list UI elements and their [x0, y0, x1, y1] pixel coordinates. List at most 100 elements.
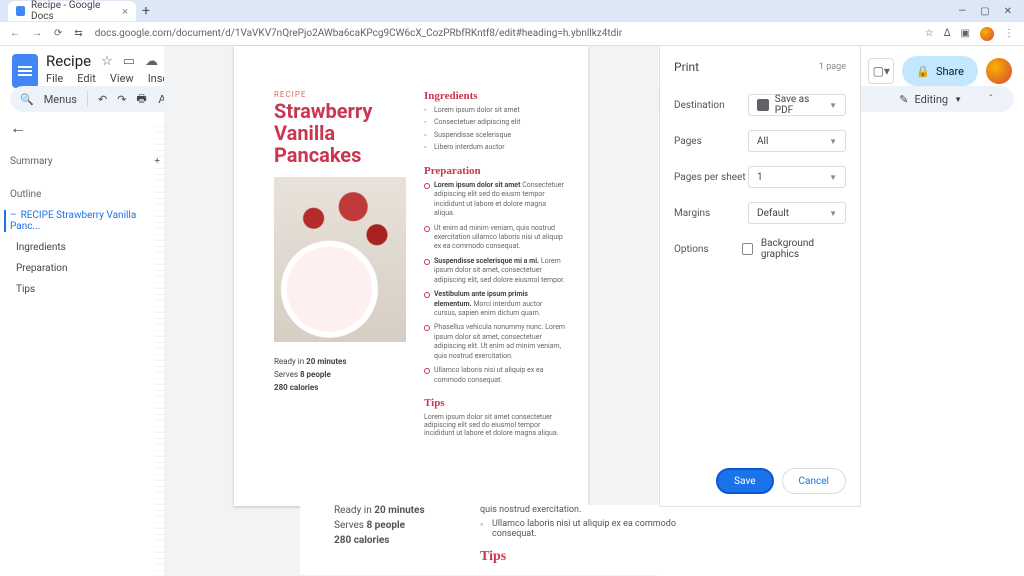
recipe-photo — [274, 177, 406, 342]
url-field[interactable]: docs.google.com/document/d/1VaVKV7nQrePj… — [95, 28, 913, 39]
docs-logo-icon[interactable] — [12, 54, 38, 88]
menus-button[interactable]: Menus — [44, 93, 77, 106]
destination-label: Destination — [674, 100, 748, 111]
maximize-icon[interactable]: ▢ — [980, 6, 989, 17]
tab-title: Recipe - Google Docs — [31, 0, 116, 22]
close-icon[interactable]: × — [122, 5, 128, 18]
vertical-ruler — [156, 126, 164, 576]
print-dialog: Print 1 page Destination Save as PDF ▼ P… — [660, 46, 860, 506]
bookmark-icon[interactable]: ☆ — [925, 28, 934, 39]
recipe-meta: Ready in 20 minutes Serves 8 people 280 … — [274, 356, 406, 394]
tips-heading-bg: Tips — [480, 549, 710, 565]
pdf-icon — [757, 99, 769, 111]
forward-icon[interactable]: → — [32, 28, 42, 39]
document-page-bg: Ready in 20 minutes Serves 8 people 280 … — [300, 505, 720, 575]
body-text: Ullamco laboris nisi ut aliquip ex ea co… — [492, 519, 676, 539]
cloud-icon[interactable]: ☁ — [145, 54, 158, 69]
chevron-down-icon: ▼ — [954, 95, 962, 104]
browser-tab-strip: Recipe - Google Docs × + — ▢ ✕ — [0, 0, 1024, 22]
print-title: Print — [674, 60, 699, 74]
preparation-heading: Preparation — [424, 165, 566, 177]
docs-favicon — [16, 6, 25, 16]
tips-body: Lorem ipsum dolor sit amet consectetuer … — [424, 413, 566, 437]
outline-item-preparation[interactable]: Preparation — [10, 263, 160, 274]
new-tab-button[interactable]: + — [136, 3, 156, 19]
body-text: quis nostrud exercitation. — [480, 505, 710, 515]
collapse-toolbar-icon[interactable]: ˆ — [978, 86, 1004, 112]
doc-title[interactable]: Recipe — [46, 52, 91, 70]
profile-icon[interactable] — [980, 27, 994, 41]
preview-page: RECIPE Strawberry Vanilla Pancakes Ready… — [234, 46, 588, 506]
recipe-title: Strawberry Vanilla Pancakes — [274, 101, 406, 167]
tips-heading: Tips — [424, 397, 566, 409]
puzzle-icon[interactable]: ▣ — [961, 28, 970, 39]
list-item: Consectetuer adipiscing elit — [424, 118, 566, 127]
menu-edit[interactable]: Edit — [77, 72, 96, 85]
share-label: Share — [936, 65, 964, 78]
search-icon[interactable]: 🔍 — [20, 93, 34, 106]
pages-label: Pages — [674, 136, 748, 147]
bg-graphics-checkbox[interactable] — [742, 243, 753, 255]
lock-icon: 🔒 — [916, 65, 930, 78]
bg-graphics-label: Background graphics — [761, 238, 846, 260]
move-icon[interactable]: ▭ — [123, 54, 135, 69]
list-item: Suspendisse scelerisque — [424, 131, 566, 140]
outline-back-icon[interactable]: ← — [10, 118, 160, 138]
site-info-icon[interactable]: ⇆ — [74, 28, 82, 39]
chevron-down-icon: ▼ — [829, 173, 837, 182]
close-window-icon[interactable]: ✕ — [1004, 6, 1012, 17]
options-label: Options — [674, 244, 742, 255]
ingredients-list: Lorem ipsum dolor sit amet Consectetuer … — [424, 106, 566, 153]
share-button[interactable]: 🔒 Share — [902, 56, 978, 86]
outline-item-recipe[interactable]: RECIPE Strawberry Vanilla Panc... — [4, 210, 160, 232]
address-bar: ← → ⟳ ⇆ docs.google.com/document/d/1VaVK… — [0, 22, 1024, 46]
document-outline: ← Summary + Outline RECIPE Strawberry Va… — [10, 118, 160, 576]
destination-select[interactable]: Save as PDF ▼ — [748, 94, 846, 116]
summary-label: Summary — [10, 156, 53, 167]
mode-selector[interactable]: ✎ Editing ▼ — [893, 93, 968, 106]
window-controls: — ▢ ✕ — [958, 6, 1024, 17]
outline-item-ingredients[interactable]: Ingredients — [10, 242, 160, 253]
pages-select[interactable]: All▼ — [748, 130, 846, 152]
overflow-icon[interactable]: ⋮ — [1004, 28, 1014, 39]
list-item: Ut enim ad minim veniam, quis nostrud ex… — [424, 224, 566, 252]
preparation-steps: Lorem ipsum dolor sit amet Consectetuer … — [424, 181, 566, 385]
margins-label: Margins — [674, 208, 748, 219]
star-icon[interactable]: ☆ — [101, 54, 113, 69]
undo-icon[interactable]: ↶ — [98, 93, 107, 106]
save-button[interactable]: Save — [716, 468, 773, 494]
outline-item-tips[interactable]: Tips — [10, 284, 160, 295]
account-avatar[interactable] — [986, 58, 1012, 84]
pencil-icon: ✎ — [899, 93, 908, 106]
list-item: Lorem ipsum dolor sit amet — [424, 106, 566, 115]
extensions-icon[interactable]: ᐃ — [944, 28, 951, 39]
print-icon[interactable]: 🖶 — [136, 90, 146, 109]
ingredients-heading: Ingredients — [424, 90, 566, 102]
menu-view[interactable]: View — [110, 72, 134, 85]
chevron-down-icon: ▼ — [829, 209, 837, 218]
print-preview-canvas: RECIPE Strawberry Vanilla Pancakes Ready… — [164, 46, 658, 576]
list-item: Phasellus vehicula nonummy nunc. Lorem i… — [424, 323, 566, 361]
mode-label: Editing — [915, 93, 949, 106]
margins-select[interactable]: Default▼ — [748, 202, 846, 224]
back-icon[interactable]: ← — [10, 28, 20, 39]
list-item: Vestibulum ante ipsum primis elementum. … — [424, 290, 566, 318]
list-item: Libero interdum auctor — [424, 143, 566, 152]
chevron-down-icon: ▼ — [829, 137, 837, 146]
reload-icon[interactable]: ⟳ — [54, 28, 62, 39]
recipe-label: RECIPE — [274, 90, 406, 99]
page-count: 1 page — [819, 62, 846, 72]
minimize-icon[interactable]: — — [958, 6, 966, 17]
menu-file[interactable]: File — [46, 72, 63, 85]
pps-label: Pages per sheet — [674, 172, 748, 183]
cancel-button[interactable]: Cancel — [782, 468, 846, 494]
redo-icon[interactable]: ↷ — [117, 93, 126, 106]
outline-header: Outline — [10, 189, 160, 200]
list-item: Ullamco laboris nisi ut aliquip ex ea co… — [424, 366, 566, 385]
chevron-down-icon: ▼ — [829, 101, 837, 110]
meet-icon[interactable]: ▢▾ — [868, 58, 894, 84]
list-item: Lorem ipsum dolor sit amet Consectetuer … — [424, 181, 566, 219]
browser-tab[interactable]: Recipe - Google Docs × — [8, 1, 136, 21]
list-item: Suspendisse scelerisque mi a mi. Lorem i… — [424, 257, 566, 285]
pps-select[interactable]: 1▼ — [748, 166, 846, 188]
